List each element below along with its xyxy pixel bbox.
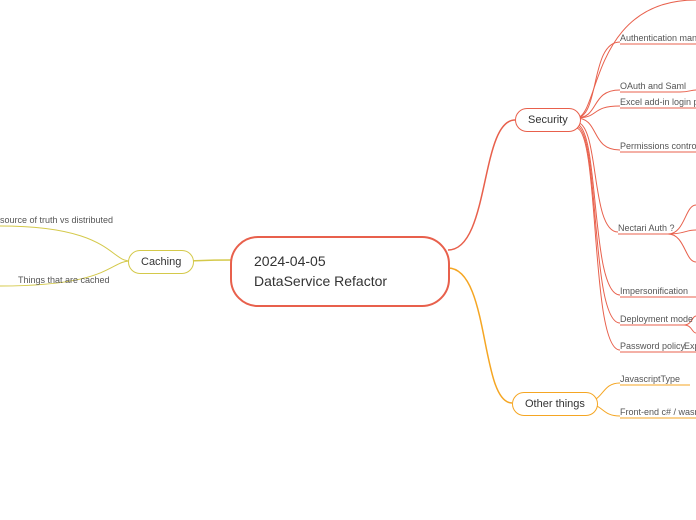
leaf-things-cached[interactable]: Things that are cached xyxy=(18,275,110,285)
root-node[interactable]: 2024-04-05 DataService Refactor xyxy=(230,236,450,307)
leaf-excel-addin[interactable]: Excel add-in login page - use xyxy=(620,97,696,107)
leaf-source-truth[interactable]: source of truth vs distributed xyxy=(0,215,113,225)
leaf-deployment[interactable]: Deployment mode xyxy=(620,314,693,324)
leaf-jstype[interactable]: JavascriptType xyxy=(620,374,680,384)
root-line2: DataService Refactor xyxy=(254,272,426,292)
branch-security[interactable]: Security xyxy=(515,108,581,132)
leaf-impersonification[interactable]: Impersonification xyxy=(620,286,688,296)
leaf-auth-mgmt[interactable]: Authentication management xyxy=(620,33,696,43)
leaf-password-policy[interactable]: Password policy xyxy=(620,341,685,351)
leaf-password-expi[interactable]: Expi xyxy=(684,341,696,351)
leaf-permissions[interactable]: Permissions control / Author xyxy=(620,141,696,151)
branch-caching[interactable]: Caching xyxy=(128,250,194,274)
leaf-oauth-saml[interactable]: OAuth and Saml xyxy=(620,81,686,91)
leaf-nectari[interactable]: Nectari Auth ? xyxy=(618,223,675,233)
branch-other-things[interactable]: Other things xyxy=(512,392,598,416)
leaf-frontend[interactable]: Front-end c# / wasm xyxy=(620,407,696,417)
root-line1: 2024-04-05 xyxy=(254,252,426,272)
